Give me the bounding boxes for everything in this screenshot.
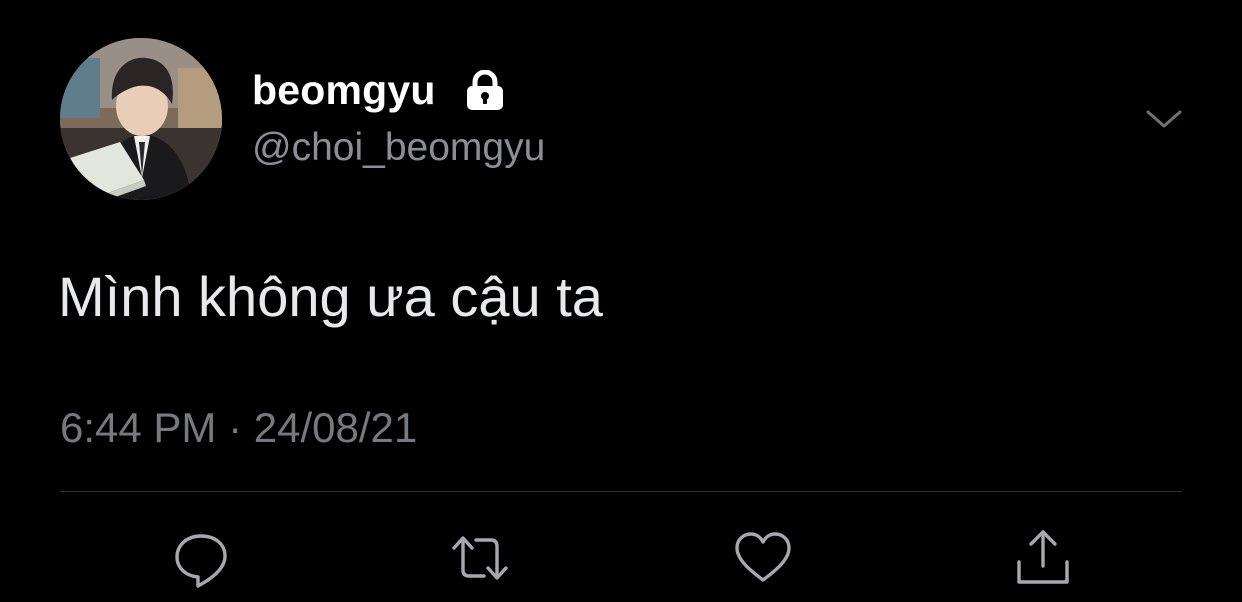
chevron-down-icon[interactable] (1146, 104, 1182, 132)
divider (60, 491, 1182, 492)
user-handle[interactable]: @choi_beomgyu (252, 124, 545, 172)
avatar[interactable] (60, 38, 222, 200)
share-button[interactable] (1013, 528, 1073, 588)
retweet-button[interactable] (450, 528, 510, 588)
heart-icon (735, 532, 791, 582)
reply-icon (175, 534, 227, 588)
tweet-detail: beomgyu @choi_beomgyu Mình không ưa cậu … (0, 0, 1242, 602)
user-name-row: beomgyu (252, 66, 508, 114)
share-icon (1017, 530, 1069, 584)
avatar-photo (60, 38, 222, 200)
lock-icon (462, 69, 508, 110)
tweet-timestamp[interactable]: 6:44 PM · 24/08/21 (60, 402, 417, 454)
reply-button[interactable] (171, 528, 231, 588)
retweet-icon (452, 536, 508, 580)
display-name[interactable]: beomgyu (252, 66, 436, 114)
like-button[interactable] (733, 528, 793, 588)
tweet-text: Mình không ưa cậu ta (58, 265, 603, 328)
